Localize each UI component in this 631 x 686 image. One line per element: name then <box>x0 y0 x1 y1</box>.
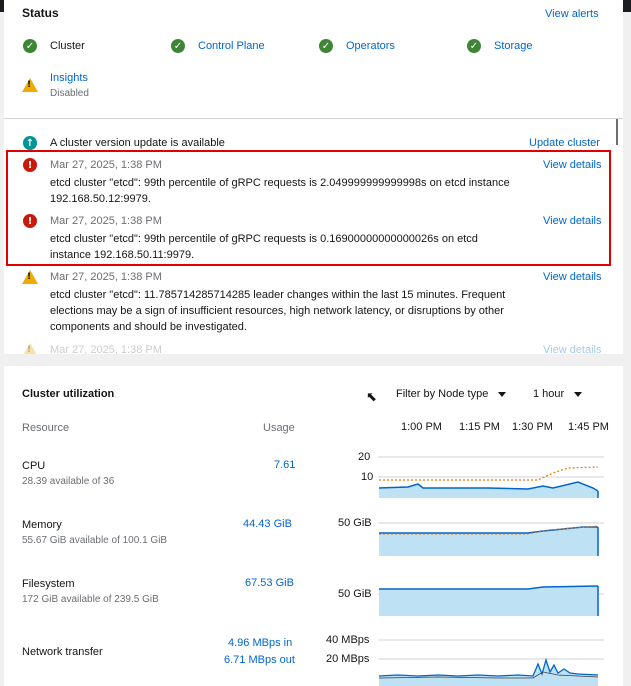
warning-icon: ! <box>22 343 38 354</box>
alert-timestamp: Mar 27, 2025, 1:38 PM <box>50 271 162 283</box>
filesystem-usage-link[interactable]: 67.53 GiB <box>245 577 294 589</box>
time-range-label: 1 hour <box>533 388 565 400</box>
resource-name: Memory <box>22 519 62 531</box>
y-tick-label: 10 <box>361 471 374 483</box>
filesystem-sparkline[interactable] <box>378 574 604 620</box>
cursor-icon: ⬉ <box>366 390 377 405</box>
resource-available: 172 GiB available of 239.5 GiB <box>22 594 159 605</box>
cluster-utilization-card: Cluster utilization ⬉ Filter by Node typ… <box>4 366 623 686</box>
check-circle-icon: ✓ <box>171 39 185 53</box>
time-axis-label: 1:30 PM <box>512 421 553 433</box>
resource-available: 55.67 GiB available of 100.1 GiB <box>22 535 168 546</box>
y-tick-label: 40 MBps <box>326 634 370 646</box>
resource-available: 28.39 available of 36 <box>22 476 115 487</box>
alert-timestamp: Mar 27, 2025, 1:38 PM <box>50 344 162 354</box>
y-tick-label: 20 <box>358 451 371 463</box>
view-details-link[interactable]: View details <box>543 271 602 283</box>
network-in-link[interactable]: 4.96 MBps in <box>228 637 292 649</box>
y-tick-label: 20 MBps <box>326 653 370 665</box>
caret-down-icon <box>574 391 583 397</box>
alerts-scrollbar[interactable] <box>616 119 618 145</box>
utilization-title: Cluster utilization <box>22 388 115 400</box>
cpu-sparkline[interactable] <box>378 448 604 500</box>
exclamation-circle-icon: ! <box>23 158 37 172</box>
update-alert-text: A cluster version update is available <box>50 137 225 149</box>
status-item-label: Control Plane <box>198 40 265 52</box>
alert-message-line: elections may be a sign of insufficient … <box>50 305 504 317</box>
alert-message-line: etcd cluster "etcd": 11.785714285714285 … <box>50 289 506 301</box>
status-item-label: Cluster <box>50 40 85 52</box>
view-details-link[interactable]: View details <box>543 159 602 171</box>
warning-icon: ! <box>22 270 38 284</box>
memory-usage-link[interactable]: 44.43 GiB <box>243 518 292 530</box>
y-tick-label: 50 GiB <box>338 517 372 529</box>
alert-message-line: instance 192.168.50.11:9979. <box>50 249 195 261</box>
alert-message: etcd cluster "etcd": 99th percentile of … <box>50 175 520 207</box>
exclamation-circle-icon: ! <box>23 214 37 228</box>
time-axis-label: 1:15 PM <box>459 421 500 433</box>
status-card: Status View alerts ✓ Cluster ✓ Control P… <box>4 0 623 118</box>
alerts-panel[interactable]: ↑ A cluster version update is available … <box>4 118 623 354</box>
insights-link[interactable]: Insights <box>50 72 88 84</box>
alert-message-line: etcd cluster "etcd": 99th percentile of … <box>50 233 478 245</box>
column-header-resource: Resource <box>22 422 70 434</box>
insights-status: Disabled <box>50 88 89 99</box>
alert-timestamp: Mar 27, 2025, 1:38 PM <box>50 215 162 227</box>
update-cluster-link[interactable]: Update cluster <box>529 137 600 149</box>
view-details-link[interactable]: View details <box>543 215 602 227</box>
caret-down-icon <box>498 391 507 397</box>
node-type-filter-label: Filter by Node type <box>396 388 489 400</box>
y-tick-label: 50 GiB <box>338 588 372 600</box>
alert-message-line: etcd cluster "etcd": 99th percentile of … <box>50 177 510 189</box>
check-circle-icon: ✓ <box>319 39 333 53</box>
status-item-label: Operators <box>346 40 395 52</box>
alert-message-line: components and should be investigated. <box>50 321 247 333</box>
warning-icon: ! <box>22 78 38 92</box>
resource-name: CPU <box>22 460 46 472</box>
status-title: Status <box>22 6 59 20</box>
check-circle-icon: ✓ <box>23 39 37 53</box>
status-item-label: Storage <box>494 40 533 52</box>
alert-message: etcd cluster "etcd": 99th percentile of … <box>50 231 520 263</box>
network-out-link[interactable]: 6.71 MBps out <box>224 654 295 666</box>
view-alerts-link[interactable]: View alerts <box>545 8 599 20</box>
node-type-filter[interactable]: Filter by Node type <box>396 388 507 400</box>
check-circle-icon: ✓ <box>467 39 481 53</box>
resource-name: Network transfer <box>22 646 103 658</box>
alert-message: etcd cluster "etcd": 11.785714285714285 … <box>50 287 530 335</box>
view-details-link[interactable]: View details <box>543 344 602 354</box>
time-axis-label: 1:45 PM <box>568 421 609 433</box>
memory-sparkline[interactable] <box>378 516 604 560</box>
time-range-dropdown[interactable]: 1 hour <box>533 388 583 400</box>
resource-name: Filesystem <box>22 578 75 590</box>
alert-message-line: 192.168.50.12:9979. <box>50 193 151 205</box>
arrow-up-circle-icon: ↑ <box>23 136 37 150</box>
network-sparkline[interactable] <box>378 634 604 686</box>
alert-timestamp: Mar 27, 2025, 1:38 PM <box>50 159 162 171</box>
time-axis-label: 1:00 PM <box>401 421 442 433</box>
column-header-usage: Usage <box>263 422 295 434</box>
cpu-usage-link[interactable]: 7.61 <box>274 459 295 471</box>
